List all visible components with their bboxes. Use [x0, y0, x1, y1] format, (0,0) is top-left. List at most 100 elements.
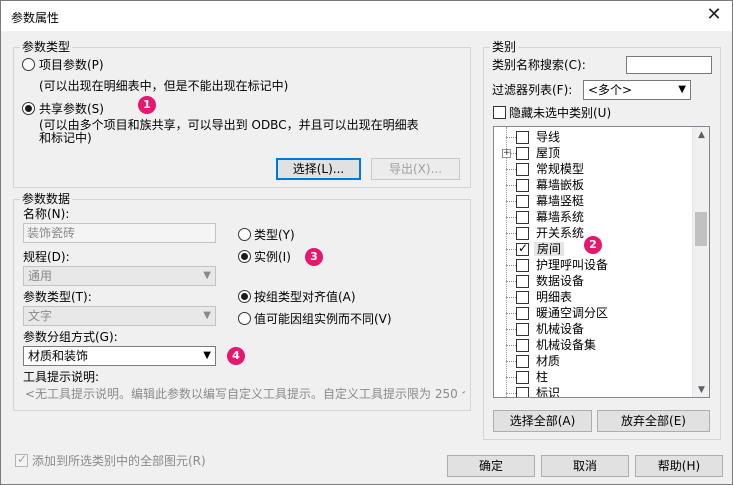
category-checkbox[interactable]	[516, 147, 529, 160]
hide-unchecked-checkbox[interactable]	[493, 106, 506, 119]
cancel-button[interactable]: 取消	[541, 455, 629, 477]
category-search-label: 类别名称搜索(C):	[492, 58, 586, 72]
add-to-all-checkbox[interactable]	[15, 452, 28, 467]
annotation-badge-4: 4	[227, 347, 245, 365]
shared-param-note-line2: 和标记中)	[39, 131, 92, 145]
category-item[interactable]: 暖通空调分区	[494, 305, 694, 321]
category-item[interactable]: 数据设备	[494, 273, 694, 289]
vary-by-instance-radio[interactable]	[238, 312, 251, 325]
hide-unchecked-label: 隐藏未选中类别(U)	[509, 106, 612, 120]
group-by-label: 参数分组方式(G):	[23, 330, 118, 344]
discipline-label: 规程(D):	[23, 250, 70, 264]
category-checkbox[interactable]	[516, 291, 529, 304]
category-checkbox[interactable]	[516, 339, 529, 352]
tree-connector	[506, 233, 516, 234]
category-item[interactable]: 标识	[494, 385, 694, 397]
category-search-input[interactable]	[626, 56, 712, 74]
category-checkbox[interactable]	[516, 179, 529, 192]
param-data-legend: 参数数据	[20, 192, 73, 206]
category-item-label: 护理呼叫设备	[536, 258, 609, 272]
category-item-label: 明细表	[536, 290, 573, 304]
category-checkbox[interactable]	[516, 241, 529, 256]
annotation-badge-2: 2	[584, 236, 602, 254]
filter-list-label: 过滤器列表(F):	[492, 83, 573, 97]
project-param-radio[interactable]	[22, 58, 35, 71]
category-item[interactable]: + 屋顶	[494, 145, 694, 161]
group-by-select[interactable]: 材质和装饰 ▼	[23, 346, 216, 366]
category-item-label: 幕墙系统	[536, 210, 585, 224]
chevron-down-icon: ▼	[203, 310, 211, 321]
instance-radio-label: 实例(I)	[254, 250, 291, 264]
help-button[interactable]: 帮助(H)	[635, 455, 723, 477]
tree-connector	[506, 377, 516, 378]
category-item[interactable]: 柱	[494, 369, 694, 385]
chevron-down-icon: ▼	[203, 270, 211, 281]
category-checkbox[interactable]	[516, 131, 529, 144]
discipline-value: 通用	[28, 269, 53, 283]
category-item-label: 柱	[536, 370, 549, 384]
scroll-thumb[interactable]	[695, 212, 707, 246]
category-checkbox[interactable]	[516, 275, 529, 288]
select-all-button[interactable]: 选择全部(A)	[493, 410, 592, 432]
category-checkbox[interactable]	[516, 307, 529, 320]
category-item[interactable]: 幕墙嵌板	[494, 177, 694, 193]
select-button[interactable]: 选择(L)...	[276, 158, 361, 180]
param-type-label: 参数类型(T):	[23, 290, 92, 304]
category-item-label: 常规模型	[536, 162, 585, 176]
export-button[interactable]: 导出(X)...	[371, 158, 460, 180]
category-item[interactable]: 材质	[494, 353, 694, 369]
tree-connector	[506, 265, 516, 266]
category-checkbox[interactable]	[516, 211, 529, 224]
category-item-label: 数据设备	[536, 274, 585, 288]
category-item[interactable]: 护理呼叫设备	[494, 257, 694, 273]
shared-param-note-line1: (可以由多个项目和族共享，可以导出到 ODBC，并且可以出现在明细表	[39, 118, 419, 132]
align-by-group-label: 按组类型对齐值(A)	[254, 290, 356, 304]
category-checkbox[interactable]	[516, 323, 529, 336]
tree-connector	[506, 201, 516, 202]
filter-list-select[interactable]: <多个> ▼	[583, 80, 691, 100]
category-checkbox[interactable]	[516, 259, 529, 272]
param-type-select[interactable]: 文字 ▼	[23, 306, 216, 326]
dialog-title: 参数属性	[11, 11, 60, 25]
type-radio-label: 类型(Y)	[254, 228, 295, 242]
category-item[interactable]: 机械设备	[494, 321, 694, 337]
deselect-all-button[interactable]: 放弃全部(E)	[597, 410, 710, 432]
annotation-badge-1: 1	[138, 96, 156, 114]
category-checkbox[interactable]	[516, 371, 529, 384]
instance-radio[interactable]	[238, 250, 251, 263]
tree-connector	[506, 169, 516, 170]
category-item[interactable]: 机械设备集	[494, 337, 694, 353]
category-item[interactable]: 导线	[494, 129, 694, 145]
category-item[interactable]: 幕墙系统	[494, 209, 694, 225]
category-checkbox[interactable]	[516, 163, 529, 176]
close-icon[interactable]: ✕	[704, 5, 724, 25]
category-item[interactable]: 明细表	[494, 289, 694, 305]
category-item[interactable]: 幕墙竖梃	[494, 193, 694, 209]
param-type-legend: 参数类型	[20, 40, 73, 54]
tree-connector	[506, 345, 516, 346]
tooltip-text[interactable]: <无工具提示说明。编辑此参数以编写自定义工具提示。自定义工具提示限为 250 个	[25, 387, 465, 401]
ok-button[interactable]: 确定	[447, 455, 535, 477]
scroll-down-icon[interactable]: ▼	[693, 382, 709, 397]
align-by-group-radio[interactable]	[238, 290, 251, 303]
project-param-label: 项目参数(P)	[39, 58, 104, 72]
category-item-label: 机械设备	[536, 322, 585, 336]
expand-icon[interactable]: +	[502, 149, 511, 158]
category-checkbox[interactable]	[516, 195, 529, 208]
category-item[interactable]: 常规模型	[494, 161, 694, 177]
tree-connector	[506, 329, 516, 330]
shared-param-radio[interactable]	[22, 102, 35, 115]
category-list[interactable]: 导线 + 屋顶常规模型幕墙嵌板幕墙竖梃幕墙系统开关系统房间护理呼叫设备数据设备明细表…	[493, 126, 710, 398]
tree-connector	[506, 137, 516, 138]
type-radio[interactable]	[238, 228, 251, 241]
title-bar: 参数属性 ✕	[1, 1, 732, 31]
scroll-up-icon[interactable]: ▲	[693, 127, 709, 144]
add-to-all-label: 添加到所选类别中的全部图元(R)	[32, 454, 206, 468]
tree-connector	[506, 361, 516, 362]
name-field[interactable]: 装饰瓷砖	[23, 223, 216, 243]
category-checkbox[interactable]	[516, 227, 529, 240]
category-checkbox[interactable]	[516, 355, 529, 368]
discipline-select[interactable]: 通用 ▼	[23, 266, 216, 286]
category-list-scrollbar[interactable]: ▲ ▼	[692, 127, 709, 397]
category-checkbox[interactable]	[516, 387, 529, 397]
